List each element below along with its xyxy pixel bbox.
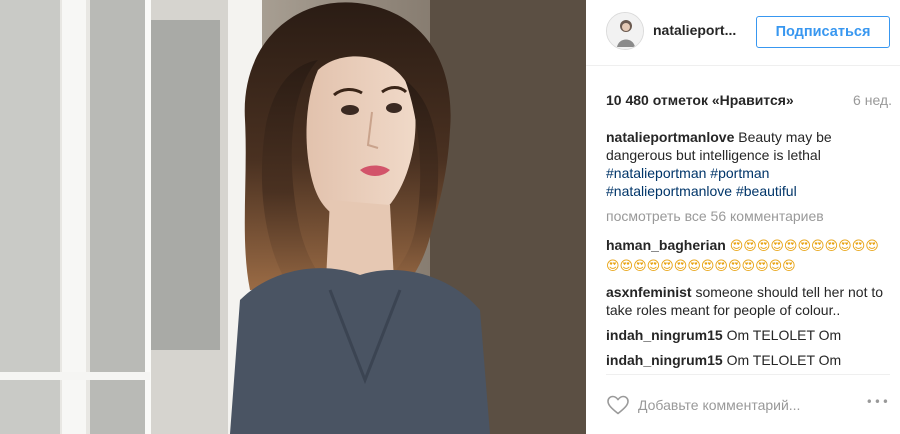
likes-count[interactable]: 10 480 отметок «Нравится»: [606, 92, 794, 108]
comment-item: indah_ningrum15 Om TELOLET Om: [606, 351, 890, 369]
hashtag-link[interactable]: #beautiful: [736, 183, 797, 199]
more-dots-icon[interactable]: •••: [864, 395, 890, 415]
comment-username[interactable]: natalieportmanlove: [606, 129, 734, 145]
add-comment-row: •••: [606, 374, 890, 434]
view-all-comments-link[interactable]: посмотреть все 56 комментариев: [606, 207, 890, 225]
heart-icon-shape: [607, 395, 629, 415]
comment-username[interactable]: haman_bagherian: [606, 237, 726, 253]
comment-username[interactable]: indah_ningrum15: [606, 352, 723, 368]
hashtag-link[interactable]: #natalieportman: [606, 165, 706, 181]
likes-row: 10 480 отметок «Нравится» 6 нед.: [606, 92, 892, 110]
heart-outline-icon[interactable]: [606, 393, 630, 417]
comment-username[interactable]: asxnfeminist: [606, 284, 692, 300]
comment-item: indah_ningrum15 Om TELOLET Om: [606, 326, 890, 344]
post-sidebar: natalieport... Подписаться 10 480 отмето…: [586, 0, 900, 434]
comment-item: haman_bagherian 😍😍😍😍😍😍😍😍😍😍😍😍😍😍😍😍😍😍😍😍😍😍😍😍…: [606, 236, 890, 276]
comment-text: Om TELOLET Om: [726, 352, 842, 368]
hashtag-link[interactable]: #natalieportmanlove: [606, 183, 732, 199]
comment-text: Om TELOLET Om: [726, 327, 842, 343]
hashtag-link[interactable]: #portman: [710, 165, 769, 181]
author-username[interactable]: natalieport...: [653, 22, 747, 38]
comment-item: asxnfeminist someone should tell her not…: [606, 283, 890, 319]
post-header: natalieport... Подписаться: [586, 0, 900, 66]
comments-list: natalieportmanlove Beauty may be dangero…: [606, 128, 890, 376]
add-comment-input[interactable]: [638, 394, 858, 416]
avatar-image: [607, 13, 643, 49]
post-photo[interactable]: [0, 0, 586, 434]
post-photo-art: [0, 0, 586, 434]
comment-caption: natalieportmanlove Beauty may be dangero…: [606, 128, 890, 200]
author-avatar[interactable]: [606, 12, 644, 50]
comment-username[interactable]: indah_ningrum15: [606, 327, 723, 343]
follow-button[interactable]: Подписаться: [756, 16, 890, 48]
post-timestamp[interactable]: 6 нед.: [853, 92, 892, 108]
